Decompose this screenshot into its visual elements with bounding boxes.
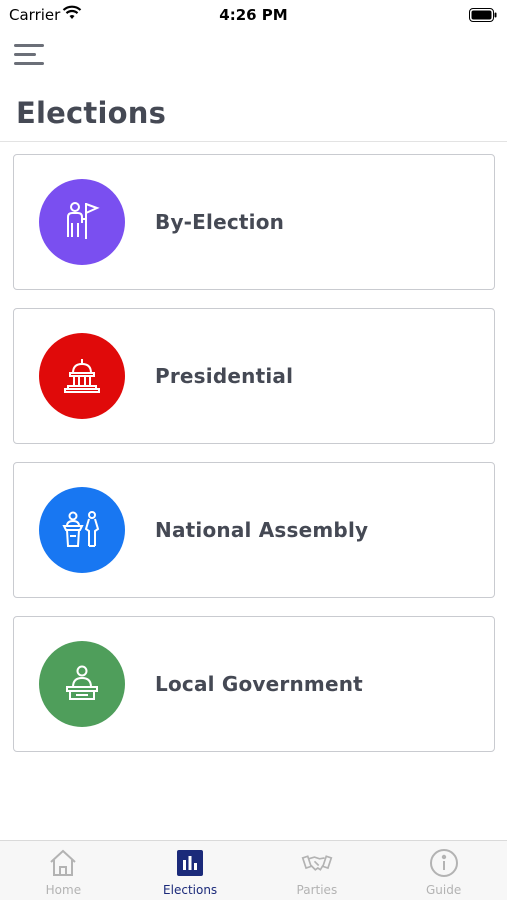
election-card-national-assembly[interactable]: National Assembly bbox=[13, 462, 495, 598]
tab-bar: Home Elections Parties Guide bbox=[0, 840, 507, 900]
person-with-flag-icon bbox=[39, 179, 125, 265]
menu-line-icon bbox=[14, 52, 36, 56]
tab-label: Elections bbox=[163, 883, 218, 897]
menu-line-icon bbox=[14, 61, 44, 65]
bar-chart-icon bbox=[174, 847, 206, 879]
tab-home[interactable]: Home bbox=[0, 841, 127, 900]
tab-label: Parties bbox=[296, 883, 338, 897]
tab-guide[interactable]: Guide bbox=[380, 841, 507, 900]
tab-parties[interactable]: Parties bbox=[254, 841, 381, 900]
status-bar: Carrier 4:26 PM bbox=[0, 0, 507, 30]
capitol-building-icon bbox=[39, 333, 125, 419]
page-title: Elections bbox=[16, 96, 167, 130]
election-label: National Assembly bbox=[155, 518, 369, 542]
election-card-presidential[interactable]: Presidential bbox=[13, 308, 495, 444]
election-card-local-government[interactable]: Local Government bbox=[13, 616, 495, 752]
tab-elections[interactable]: Elections bbox=[127, 841, 254, 900]
election-label: Presidential bbox=[155, 364, 294, 388]
tab-label: Guide bbox=[426, 883, 462, 897]
podium-speaker-icon bbox=[39, 487, 125, 573]
home-icon bbox=[47, 847, 79, 879]
info-icon bbox=[428, 847, 460, 879]
official-at-desk-icon bbox=[39, 641, 125, 727]
handshake-icon bbox=[301, 847, 333, 879]
menu-line-icon bbox=[14, 43, 44, 47]
title-divider bbox=[0, 141, 507, 142]
election-list: By-Election Presidential National Assemb… bbox=[13, 154, 495, 770]
election-label: Local Government bbox=[155, 672, 363, 696]
tab-label: Home bbox=[45, 883, 82, 897]
status-time: 4:26 PM bbox=[219, 6, 288, 24]
election-label: By-Election bbox=[155, 210, 285, 234]
menu-button[interactable] bbox=[14, 40, 48, 68]
battery-icon bbox=[469, 7, 497, 26]
election-card-by-election[interactable]: By-Election bbox=[13, 154, 495, 290]
